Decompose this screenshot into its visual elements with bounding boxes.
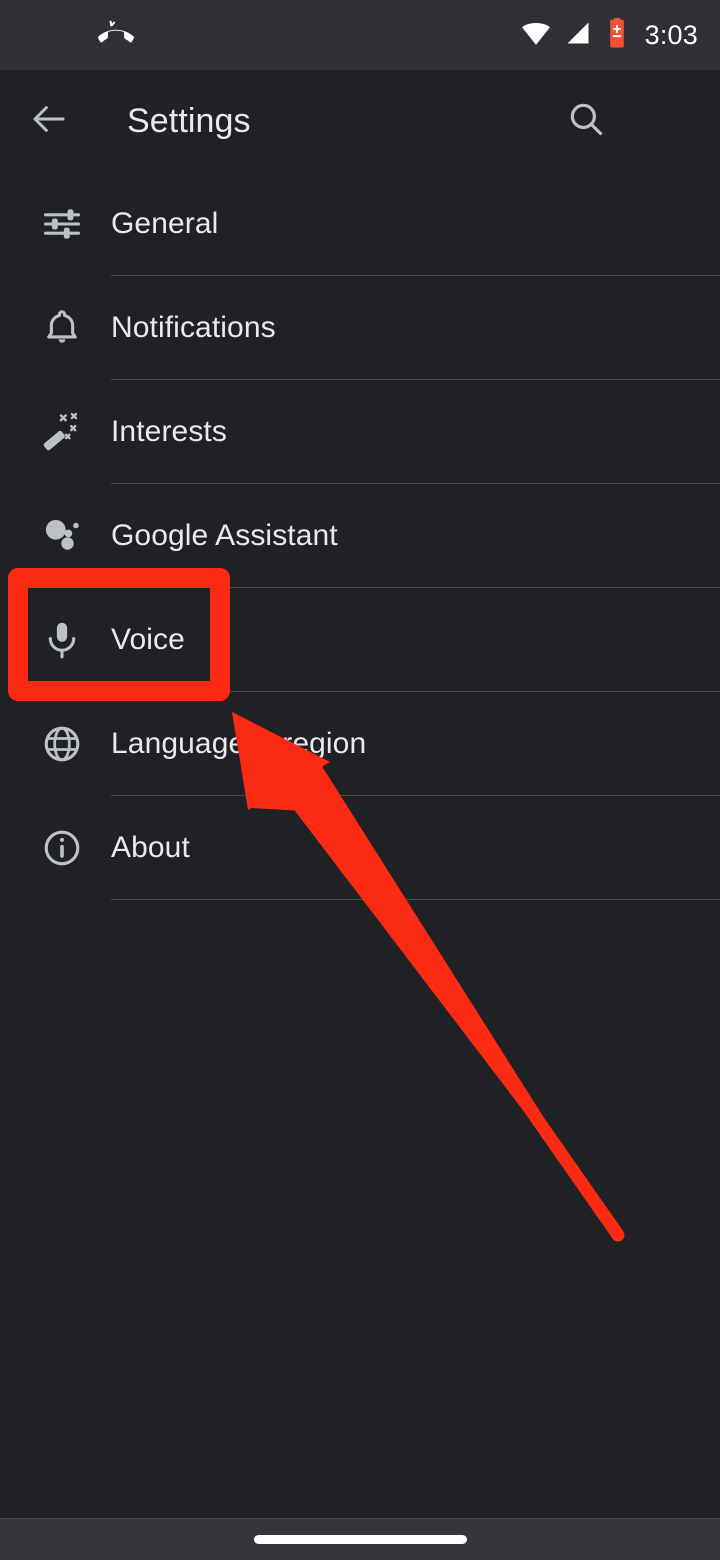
status-bar: 3:03 [0,0,720,70]
settings-item-label: About [111,831,190,865]
status-bar-clock: 3:03 [645,22,698,49]
settings-item-label: Interests [111,415,227,449]
settings-item-general[interactable]: General [0,172,720,276]
app-bar: Settings [0,70,720,172]
tune-sliders-icon [38,200,86,248]
phone-screen: 3:03 Settings [0,0,720,1560]
overflow-menu-button[interactable] [636,95,688,147]
list-divider [111,899,720,900]
magic-wand-icon [38,408,86,456]
status-bar-left-icons [98,15,134,56]
settings-item-notifications[interactable]: Notifications [0,276,720,380]
home-gesture-pill[interactable] [254,1535,467,1544]
globe-icon [38,720,86,768]
settings-item-voice[interactable]: Voice [0,588,720,692]
settings-item-google-assistant[interactable]: Google Assistant [0,484,720,588]
missed-call-icon [98,15,134,56]
settings-item-label: Voice [111,623,185,657]
system-navigation-bar [0,1518,720,1560]
info-circle-icon [38,824,86,872]
settings-item-about[interactable]: About [0,796,720,900]
status-bar-right-icons: 3:03 [521,18,698,53]
search-button[interactable] [560,95,612,147]
search-icon [565,98,607,145]
settings-item-label: Google Assistant [111,519,338,553]
wifi-icon [521,18,551,53]
settings-item-interests[interactable]: Interests [0,380,720,484]
settings-item-label: General [111,207,218,241]
settings-item-language-region[interactable]: Language & region [0,692,720,796]
microphone-icon [38,616,86,664]
bell-icon [38,304,86,352]
back-arrow-icon [28,98,70,145]
google-assistant-icon [38,512,86,560]
settings-list: General Notifications [0,172,720,900]
cellular-signal-icon [564,19,592,52]
settings-item-label: Notifications [111,311,276,345]
settings-item-label: Language & region [111,727,366,761]
battery-low-icon [605,18,629,53]
back-button[interactable] [22,94,76,148]
page-title: Settings [127,102,251,141]
